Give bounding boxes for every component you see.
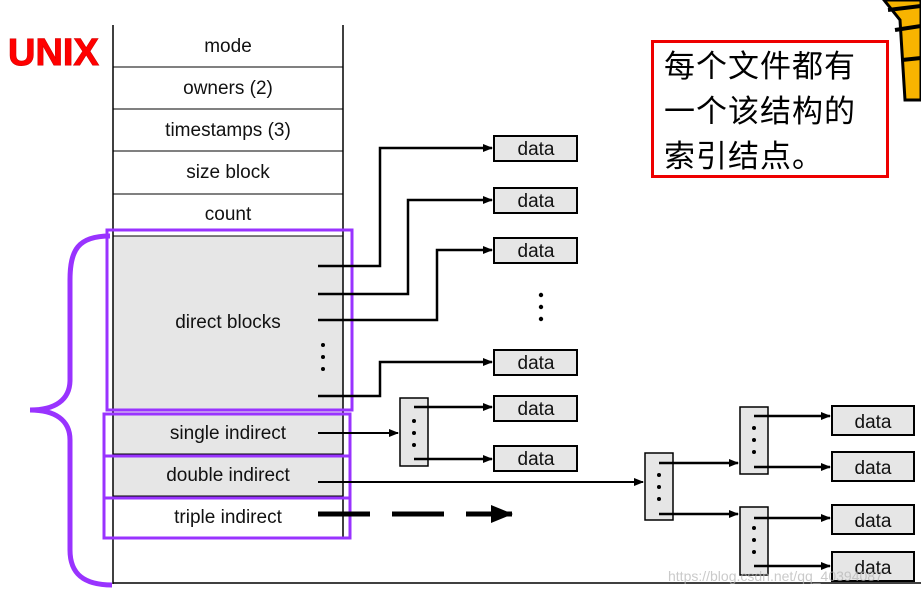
note-box: 每个文件都有 一个该结构的 索引结点。 xyxy=(651,40,889,178)
pencil-decoration xyxy=(882,0,921,102)
data-block: data xyxy=(831,451,915,482)
data-block: data xyxy=(493,135,578,162)
direct-pointers xyxy=(318,144,493,398)
svg-text:data: data xyxy=(855,412,892,433)
brace xyxy=(29,233,113,588)
note-line: 索引结点。 xyxy=(664,139,824,175)
field-direct-blocks: direct blocks xyxy=(175,312,281,333)
svg-text:data: data xyxy=(518,353,555,374)
data-block: data xyxy=(493,395,578,422)
field-size-block: size block xyxy=(186,162,270,183)
field-single-indirect: single indirect xyxy=(170,423,287,444)
data-block: data xyxy=(831,405,915,436)
note-line: 一个该结构的 xyxy=(664,94,856,130)
svg-text:data: data xyxy=(518,449,555,470)
svg-text:data: data xyxy=(518,139,555,160)
data-block: data xyxy=(493,237,578,264)
note-line: 每个文件都有 xyxy=(664,49,856,85)
watermark: https://blog.csdn.net/qq_40394087 xyxy=(668,568,883,584)
svg-text:data: data xyxy=(518,191,555,212)
data-block: data xyxy=(493,187,578,214)
unix-title: UNIX xyxy=(8,32,99,74)
ellipsis-dots xyxy=(538,292,544,322)
data-block: data xyxy=(493,349,578,376)
field-triple-indirect: triple indirect xyxy=(174,507,282,528)
field-timestamps: timestamps (3) xyxy=(165,120,291,141)
data-block: data xyxy=(831,504,915,535)
svg-text:data: data xyxy=(518,241,555,262)
field-double-indirect: double indirect xyxy=(166,465,290,486)
svg-text:data: data xyxy=(855,511,892,532)
data-block: data xyxy=(493,445,578,472)
svg-text:data: data xyxy=(855,458,892,479)
field-count: count xyxy=(205,204,252,225)
field-owners: owners (2) xyxy=(183,78,273,99)
svg-text:data: data xyxy=(518,399,555,420)
field-mode: mode xyxy=(204,36,252,57)
